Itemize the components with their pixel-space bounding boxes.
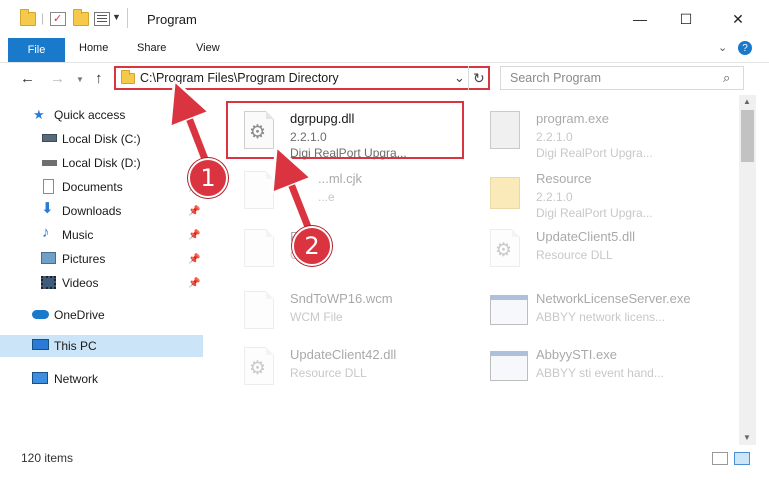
annotation-arrows (0, 0, 316, 238)
callout-step-2: 2 (292, 226, 332, 266)
callout-step-1: 1 (188, 158, 228, 198)
